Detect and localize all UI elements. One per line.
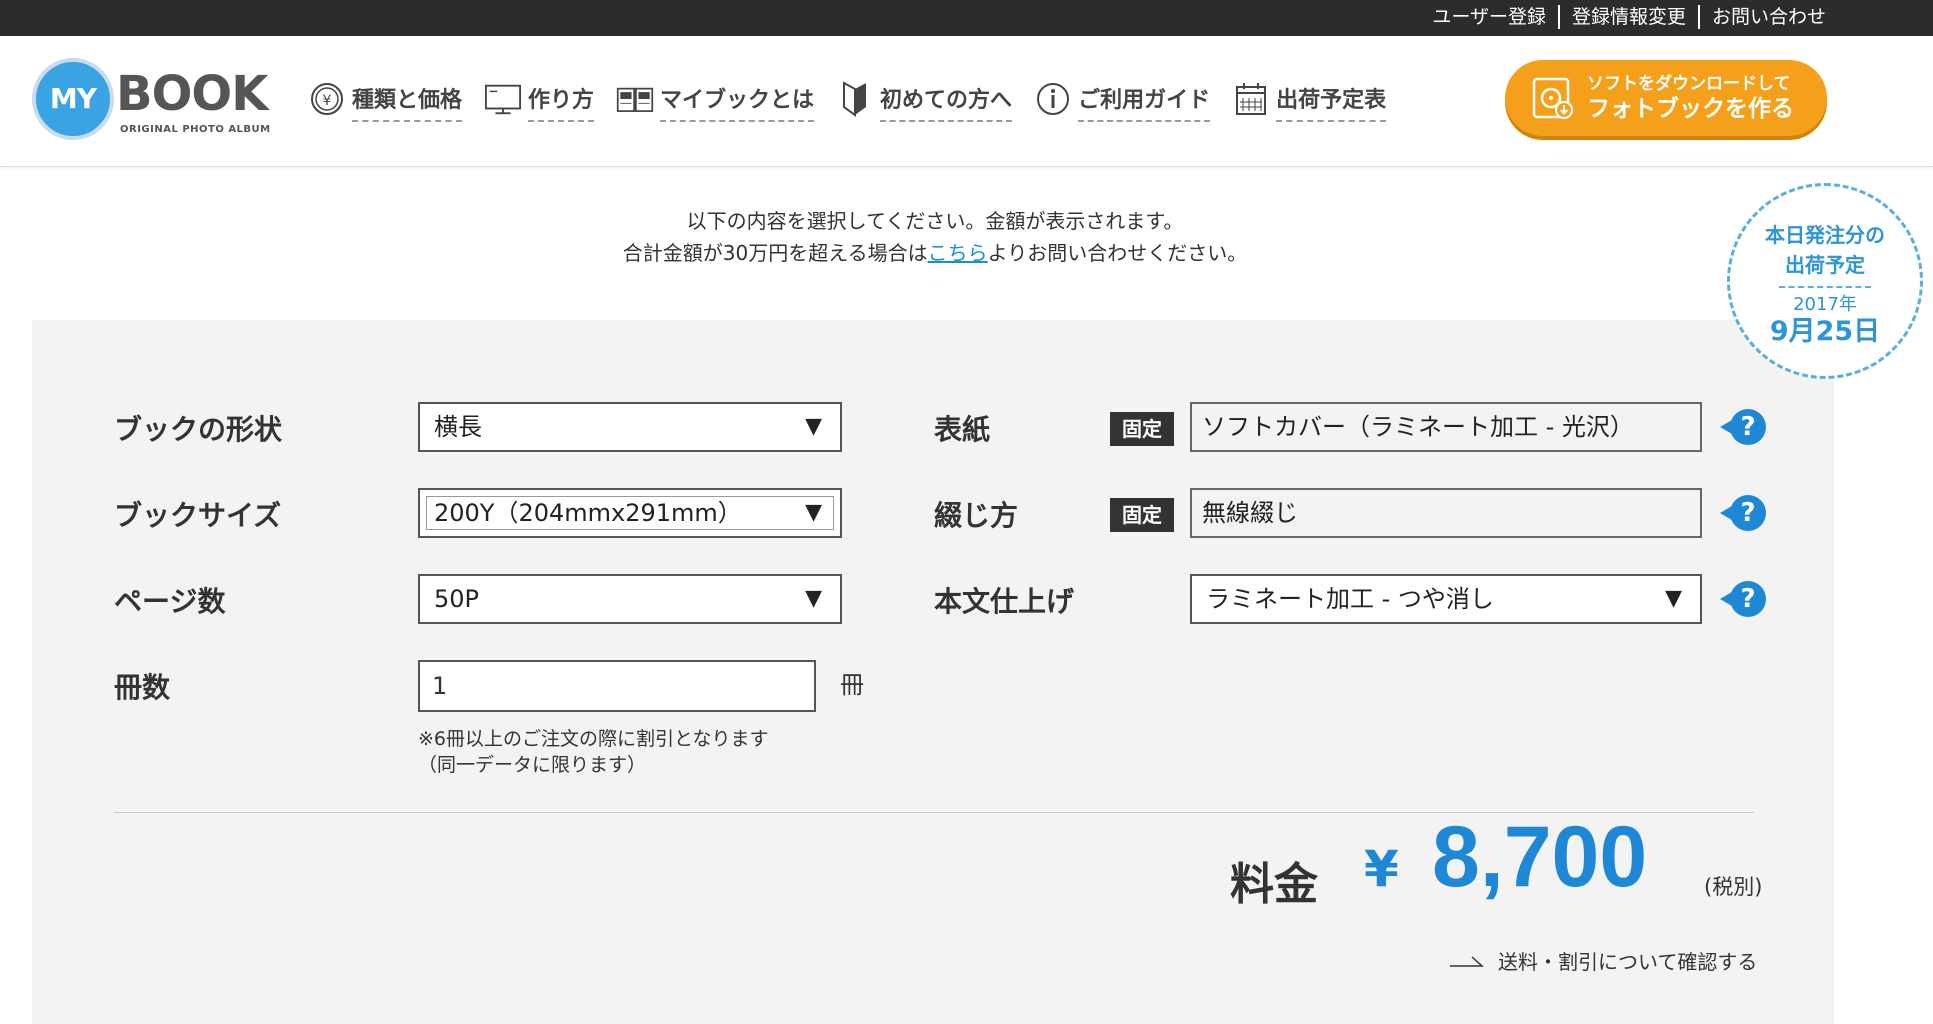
price-tax-note: (税別)	[1704, 875, 1763, 899]
download-button-line2: フォトブックを作る	[1587, 96, 1794, 122]
yen-coin-icon: ¥	[308, 80, 346, 118]
nav-label: 種類と価格	[352, 82, 463, 122]
discount-note: ※6冊以上のご注文の際に割引となります （同一データに限ります）	[418, 726, 768, 778]
open-book-icon	[616, 80, 654, 118]
nav-item-how-to[interactable]: 作り方	[484, 76, 595, 122]
binding-help-icon[interactable]: ?	[1720, 495, 1766, 531]
chevron-down-icon: ▼	[805, 500, 822, 525]
finish-help-icon[interactable]: ?	[1720, 581, 1766, 617]
nav-label: 作り方	[528, 82, 595, 122]
size-label: ブックサイズ	[114, 499, 282, 532]
stamp-title-line1: 本日発注分の	[1765, 223, 1885, 247]
finish-value: ラミネート加工 - つや消し	[1206, 585, 1494, 613]
binding-label: 綴じ方	[934, 499, 1019, 532]
download-cd-icon	[1531, 76, 1575, 120]
nav-label: 出荷予定表	[1276, 82, 1387, 122]
nav-label: 初めての方へ	[880, 82, 1013, 122]
pages-select[interactable]: 50P ▼	[418, 574, 842, 624]
nav-item-shipping-schedule[interactable]: 出荷予定表	[1232, 76, 1387, 122]
finish-select[interactable]: ラミネート加工 - つや消し ▼	[1190, 574, 1702, 624]
user-register-link[interactable]: ユーザー登録	[1420, 5, 1560, 29]
svg-text:¥: ¥	[323, 93, 332, 109]
account-edit-link[interactable]: 登録情報変更	[1560, 5, 1700, 29]
shipping-link-text: 送料・割引について確認する	[1498, 950, 1758, 974]
stamp-year: 2017年	[1793, 294, 1857, 315]
chevron-down-icon: ▼	[1665, 586, 1682, 611]
price-calculator-panel: ブックの形状 横長 ▼ ブックサイズ 200Y（204mmx291mm） ▼ ペ…	[32, 320, 1834, 1024]
cover-field: ソフトカバー（ラミネート加工 - 光沢）	[1190, 402, 1702, 452]
top-links: ユーザー登録 登録情報変更 お問い合わせ	[1420, 5, 1826, 29]
site-header: MY BOOK ORIGINAL PHOTO ALBUM ¥ 種類と価格 作り方…	[0, 36, 1933, 167]
binding-field: 無線綴じ	[1190, 488, 1702, 538]
nav-label: マイブックとは	[660, 82, 815, 122]
size-value: 200Y（204mmx291mm）	[434, 499, 742, 527]
discount-note-line1: ※6冊以上のご注文の際に割引となります	[418, 728, 769, 750]
download-button-text: ソフトをダウンロードして フォトブックを作る	[1587, 73, 1794, 123]
mybook-logo[interactable]: MY BOOK ORIGINAL PHOTO ALBUM	[32, 58, 282, 148]
nav-item-beginners[interactable]: 初めての方へ	[836, 76, 1013, 122]
nav-item-about[interactable]: マイブックとは	[616, 76, 815, 122]
info-icon	[1034, 80, 1072, 118]
discount-note-line2: （同一データに限ります）	[418, 754, 647, 776]
monitor-icon	[484, 80, 522, 118]
binding-fixed-badge: 固定	[1110, 498, 1174, 532]
stamp-separator	[1779, 286, 1871, 288]
quantity-unit: 冊	[840, 671, 864, 699]
price-currency: ¥	[1364, 840, 1399, 898]
quantity-label: 冊数	[114, 671, 171, 704]
chevron-down-icon: ▼	[805, 414, 822, 439]
intro-text: 以下の内容を選択してください。金額が表示されます。 合計金額が30万円を超える場…	[0, 205, 1870, 269]
cover-help-icon[interactable]: ?	[1720, 409, 1766, 445]
contact-link[interactable]: お問い合わせ	[1700, 5, 1826, 29]
finish-label: 本文仕上げ	[934, 585, 1075, 618]
main-nav: ¥ 種類と価格 作り方 マイブックとは 初めての方へ ご利用ガイド 出荷予定表	[308, 76, 1408, 122]
price-value: 8,700	[1432, 809, 1648, 905]
beginner-mark-icon	[836, 80, 874, 118]
size-select[interactable]: 200Y（204mmx291mm） ▼	[418, 488, 842, 538]
shipping-discount-link[interactable]: 送料・割引について確認する	[1450, 946, 1757, 975]
contact-here-link[interactable]: こちら	[928, 241, 988, 265]
pages-label: ページ数	[114, 585, 226, 618]
intro-line2-before: 合計金額が30万円を超える場合は	[622, 241, 928, 265]
quantity-input[interactable]: 1	[418, 660, 816, 712]
cover-fixed-badge: 固定	[1110, 412, 1174, 446]
stamp-title-line2: 出荷予定	[1785, 253, 1865, 277]
shape-value: 横長	[434, 413, 482, 441]
logo-subtitle: ORIGINAL PHOTO ALBUM	[120, 124, 271, 135]
nav-item-guide[interactable]: ご利用ガイド	[1034, 76, 1211, 122]
logo-word: BOOK	[116, 66, 268, 122]
chevron-down-icon: ▼	[805, 586, 822, 611]
calendar-icon	[1232, 80, 1270, 118]
price-label: 料金	[1230, 859, 1318, 910]
download-button-line1: ソフトをダウンロードして	[1587, 74, 1791, 94]
shape-select[interactable]: 横長 ▼	[418, 402, 842, 452]
nav-item-types-prices[interactable]: ¥ 種類と価格	[308, 76, 463, 122]
intro-line2: 合計金額が30万円を超える場合はこちらよりお問い合わせください。	[0, 237, 1870, 269]
stamp-date: 9月25日	[1769, 316, 1881, 347]
intro-line2-after: よりお問い合わせください。	[987, 241, 1248, 265]
intro-line1: 以下の内容を選択してください。金額が表示されます。	[686, 209, 1184, 233]
cover-label: 表紙	[934, 413, 991, 446]
arrow-right-icon	[1450, 955, 1484, 967]
nav-label: ご利用ガイド	[1078, 82, 1211, 122]
pages-value: 50P	[434, 585, 480, 613]
stamp-title: 本日発注分の 出荷予定	[1730, 220, 1920, 280]
download-software-button[interactable]: ソフトをダウンロードして フォトブックを作る	[1505, 60, 1827, 136]
shape-label: ブックの形状	[114, 413, 283, 446]
shipping-date-stamp: 本日発注分の 出荷予定 2017年 9月25日	[1727, 183, 1923, 379]
logo-circle: MY	[32, 58, 114, 140]
top-utility-bar: ユーザー登録 登録情報変更 お問い合わせ	[0, 0, 1933, 36]
